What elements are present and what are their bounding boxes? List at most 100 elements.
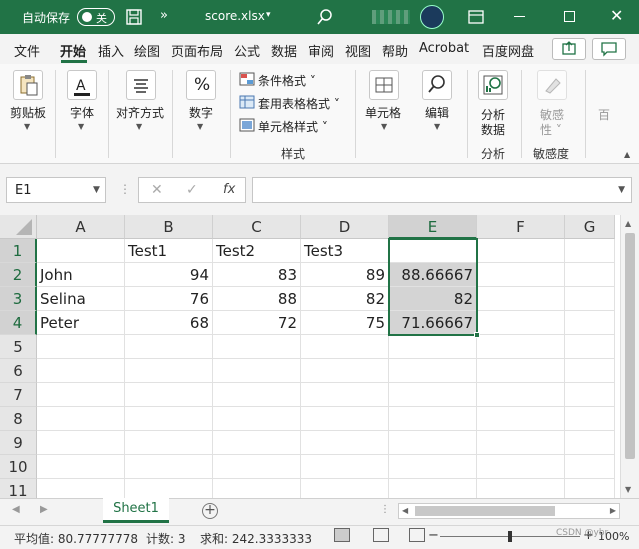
cell-f10[interactable] [477, 455, 565, 479]
cell-c4[interactable]: 72 [213, 311, 301, 335]
page-layout-view-button[interactable] [373, 528, 389, 542]
cell-d2[interactable]: 89 [301, 263, 389, 287]
cell-a9[interactable] [37, 431, 125, 455]
cell-f8[interactable] [477, 407, 565, 431]
more-commands-button[interactable]: » [160, 8, 168, 23]
cell-e5[interactable] [389, 335, 477, 359]
cell-d6[interactable] [301, 359, 389, 383]
cell-d7[interactable] [301, 383, 389, 407]
alignment-label[interactable]: 对齐方式 [116, 104, 164, 121]
cell-c10[interactable] [213, 455, 301, 479]
maximize-icon[interactable] [564, 11, 575, 22]
cell-styles-button[interactable]: 单元格样式 ˅ [258, 118, 328, 135]
cell-e9[interactable] [389, 431, 477, 455]
scroll-thumb[interactable] [415, 506, 555, 516]
cell-f3[interactable] [477, 287, 565, 311]
cell-a4[interactable]: Peter [37, 311, 125, 335]
next-sheet-icon[interactable]: ▶ [40, 504, 48, 515]
cell-g5[interactable] [565, 335, 615, 359]
tab-help[interactable]: 帮助 [382, 41, 408, 60]
autosave-toggle[interactable]: 关 [77, 8, 115, 26]
cell-b8[interactable] [125, 407, 213, 431]
chevron-down-icon[interactable]: ▼ [93, 185, 100, 195]
cell-style-icon[interactable] [239, 118, 255, 132]
cell-f2[interactable] [477, 263, 565, 287]
cell-a3[interactable]: Selina [37, 287, 125, 311]
chevron-down-icon[interactable]: ▼ [136, 122, 142, 131]
cell-e10[interactable] [389, 455, 477, 479]
cell-b6[interactable] [125, 359, 213, 383]
enter-icon[interactable]: ✓ [186, 182, 198, 198]
cell-c7[interactable] [213, 383, 301, 407]
cells-label[interactable]: 单元格 [365, 104, 401, 121]
cell-f11[interactable] [477, 479, 565, 498]
name-box[interactable]: E1 ▼ [6, 177, 106, 203]
cell-f9[interactable] [477, 431, 565, 455]
find-icon[interactable] [422, 70, 452, 100]
row-header-11[interactable]: 11 [0, 479, 37, 498]
tab-data[interactable]: 数据 [271, 41, 297, 60]
formula-input[interactable]: ▼ [252, 177, 632, 203]
row-header-1[interactable]: 1 [0, 239, 37, 263]
sensitivity-icon[interactable] [537, 70, 567, 100]
tab-file[interactable]: 文件 [14, 41, 40, 60]
cell-d8[interactable] [301, 407, 389, 431]
cell-e1[interactable] [389, 239, 477, 263]
scroll-down-icon[interactable]: ▼ [625, 485, 631, 494]
cell-b5[interactable] [125, 335, 213, 359]
cell-a8[interactable] [37, 407, 125, 431]
cell-g4[interactable] [565, 311, 615, 335]
cell-g11[interactable] [565, 479, 615, 498]
cell-c3[interactable]: 88 [213, 287, 301, 311]
font-label[interactable]: 字体 [70, 104, 94, 121]
cell-e6[interactable] [389, 359, 477, 383]
cell-d9[interactable] [301, 431, 389, 455]
column-header-a[interactable]: A [37, 215, 125, 239]
insert-function-icon[interactable]: fx [223, 182, 235, 197]
file-name[interactable]: score.xlsx [205, 9, 265, 23]
chevron-down-icon[interactable]: ▼ [381, 122, 387, 131]
prev-sheet-icon[interactable]: ◀ [12, 504, 20, 515]
share-button[interactable] [552, 38, 586, 60]
search-icon[interactable] [316, 8, 334, 26]
cell-c8[interactable] [213, 407, 301, 431]
cell-a10[interactable] [37, 455, 125, 479]
cell-e2[interactable]: 88.66667 [389, 263, 477, 287]
tab-split-handle[interactable]: ⋮ [380, 504, 390, 515]
cell-f4[interactable] [477, 311, 565, 335]
cell-g7[interactable] [565, 383, 615, 407]
cell-g6[interactable] [565, 359, 615, 383]
chevron-down-icon[interactable]: ▾ [266, 10, 271, 20]
row-header-9[interactable]: 9 [0, 431, 37, 455]
analyze-data-label-2[interactable]: 数据 [481, 121, 505, 138]
row-header-3[interactable]: 3 [0, 287, 37, 311]
chevron-down-icon[interactable]: ▼ [197, 122, 203, 131]
cancel-icon[interactable]: ✕ [151, 182, 163, 198]
expand-formula-icon[interactable]: ▼ [618, 185, 625, 195]
minimize-icon[interactable] [514, 16, 525, 17]
normal-view-button[interactable] [334, 528, 350, 542]
cell-a5[interactable] [37, 335, 125, 359]
ribbon-display-icon[interactable] [468, 9, 484, 25]
scroll-thumb[interactable] [625, 233, 635, 459]
conditional-format-button[interactable]: 条件格式 ˅ [258, 72, 316, 89]
scroll-left-icon[interactable]: ◀ [402, 506, 408, 515]
column-header-g[interactable]: G [565, 215, 615, 239]
horizontal-scrollbar[interactable]: ◀ ▶ [398, 503, 620, 519]
avatar[interactable] [420, 5, 444, 29]
vertical-scrollbar[interactable]: ▲ ▼ [620, 215, 639, 498]
sheet-tab-sheet1[interactable]: Sheet1 [103, 498, 169, 523]
comments-button[interactable] [592, 38, 626, 60]
page-break-view-button[interactable] [409, 528, 425, 542]
clipboard-label[interactable]: 剪贴板 [10, 104, 46, 121]
tab-page-layout[interactable]: 页面布局 [171, 41, 223, 60]
collapse-ribbon-icon[interactable]: ▲ [624, 150, 630, 159]
analyze-data-icon[interactable] [478, 70, 508, 100]
cells-icon[interactable] [369, 70, 399, 100]
edit-label[interactable]: 编辑 [425, 104, 449, 121]
column-header-f[interactable]: F [477, 215, 565, 239]
cell-a1[interactable] [37, 239, 125, 263]
cell-d3[interactable]: 82 [301, 287, 389, 311]
cell-g8[interactable] [565, 407, 615, 431]
zoom-out-button[interactable]: − [428, 528, 439, 543]
